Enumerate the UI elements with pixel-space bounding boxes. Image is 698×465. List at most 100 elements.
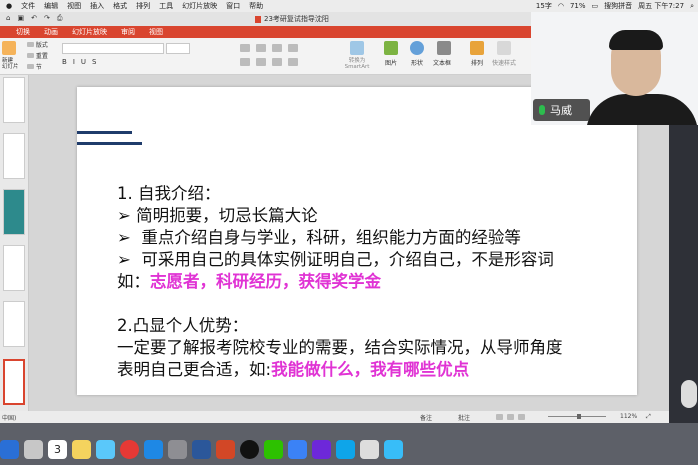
- reading-view-icon[interactable]: [518, 414, 525, 420]
- tab-animations[interactable]: 动画: [44, 27, 58, 37]
- bullets-icon[interactable]: [240, 44, 250, 52]
- fit-slide-icon[interactable]: ⤢: [646, 413, 651, 421]
- view-buttons: [496, 414, 536, 420]
- finder-icon[interactable]: [0, 440, 19, 459]
- numbering-icon[interactable]: [256, 44, 266, 52]
- arrange-icon[interactable]: [470, 41, 484, 55]
- slide-thumbnail[interactable]: [3, 133, 25, 179]
- decor-bar: [77, 131, 132, 134]
- font-name-select[interactable]: [62, 43, 164, 54]
- menu-item[interactable]: 格式: [113, 2, 127, 10]
- redo-icon[interactable]: ↷: [44, 14, 50, 23]
- slide-canvas: 1. 自我介绍： ➢ 简明扼要，切忌长篇大论 ➢ 重点介绍自身与学业，科研，组织…: [29, 75, 669, 411]
- sorter-view-icon[interactable]: [507, 414, 514, 420]
- tab-transitions[interactable]: 切换: [16, 27, 30, 37]
- menu-item[interactable]: 视图: [67, 2, 81, 10]
- bold-icon[interactable]: B: [62, 58, 67, 66]
- search-icon[interactable]: ⌕: [690, 2, 694, 11]
- save-icon[interactable]: ▣: [17, 14, 24, 23]
- battery-icon[interactable]: ▭: [592, 2, 599, 10]
- qq-icon[interactable]: [240, 440, 259, 459]
- picture-icon[interactable]: [384, 41, 398, 55]
- wechat-icon[interactable]: [264, 440, 283, 459]
- slide-thumbnail[interactable]: [3, 189, 25, 235]
- menu-item[interactable]: 编辑: [44, 2, 58, 10]
- reset-button[interactable]: 重置: [27, 51, 48, 62]
- layout-button[interactable]: 版式: [27, 40, 48, 51]
- undo-icon[interactable]: ↶: [31, 14, 37, 23]
- menu-item[interactable]: 排列: [136, 2, 150, 10]
- video-app-icon[interactable]: [384, 440, 403, 459]
- italic-icon[interactable]: I: [73, 58, 75, 66]
- picture-button[interactable]: 图片: [385, 58, 397, 67]
- tab-review[interactable]: 审阅: [121, 27, 135, 37]
- align-right-icon[interactable]: [272, 58, 282, 66]
- clock[interactable]: 周五 下午7:27: [638, 1, 684, 11]
- menu-item[interactable]: 窗口: [226, 2, 240, 10]
- tab-slideshow[interactable]: 幻灯片放映: [72, 27, 107, 37]
- photos-icon[interactable]: [96, 440, 115, 459]
- slide-thumbnail[interactable]: [3, 245, 25, 291]
- outdent-icon[interactable]: [288, 44, 298, 52]
- slide[interactable]: 1. 自我介绍： ➢ 简明扼要，切忌长篇大论 ➢ 重点介绍自身与学业，科研，组织…: [77, 87, 637, 395]
- input-method-indicator[interactable]: 15字: [536, 1, 552, 11]
- convert-smartart-button[interactable]: 转换为 SmartArt: [342, 58, 372, 70]
- bullet-arrow-icon: ➢: [117, 250, 131, 269]
- print-icon[interactable]: ⎙: [57, 14, 63, 23]
- wifi-icon[interactable]: ◠: [558, 2, 564, 10]
- underline-icon[interactable]: U: [81, 58, 86, 66]
- menu-item[interactable]: 帮助: [249, 2, 263, 10]
- chrome-icon[interactable]: [120, 440, 139, 459]
- preview-icon[interactable]: [360, 440, 379, 459]
- menu-item[interactable]: 插入: [90, 2, 104, 10]
- powerpoint-icon[interactable]: [216, 440, 235, 459]
- menu-item[interactable]: 幻灯片放映: [182, 2, 217, 10]
- notes-button[interactable]: 备注: [420, 413, 432, 422]
- textbox-icon[interactable]: [437, 41, 451, 55]
- home-icon[interactable]: ⌂: [6, 14, 10, 23]
- shape-button[interactable]: 形状: [411, 58, 423, 67]
- new-slide-button[interactable]: 新建 幻灯片: [2, 58, 22, 70]
- calendar-icon[interactable]: 3: [48, 440, 67, 459]
- slide-thumbnail[interactable]: [3, 301, 25, 347]
- slide-thumbnail-panel[interactable]: [0, 75, 29, 411]
- slide-text[interactable]: 1. 自我介绍： ➢ 简明扼要，切忌长篇大论 ➢ 重点介绍自身与学业，科研，组织…: [117, 183, 563, 381]
- window-title: 23考研复试指导沈阳: [264, 15, 329, 23]
- tab-view[interactable]: 视图: [149, 27, 163, 37]
- align-left-icon[interactable]: [240, 58, 250, 66]
- app-icon[interactable]: [336, 440, 355, 459]
- ime-name[interactable]: 搜狗拼音: [604, 1, 632, 11]
- justify-icon[interactable]: [288, 58, 298, 66]
- textbox-button[interactable]: 文本框: [433, 58, 451, 67]
- zoom-level[interactable]: 112%: [620, 413, 637, 420]
- quick-style-icon[interactable]: [497, 41, 511, 55]
- smartart-icon[interactable]: [350, 41, 364, 55]
- section-button[interactable]: 节: [27, 62, 48, 73]
- settings-icon[interactable]: [168, 440, 187, 459]
- shape-icon[interactable]: [410, 41, 424, 55]
- indent-icon[interactable]: [272, 44, 282, 52]
- arrange-button[interactable]: 排列: [471, 58, 483, 67]
- align-center-icon[interactable]: [256, 58, 266, 66]
- launchpad-icon[interactable]: [24, 440, 43, 459]
- menu-item[interactable]: 文件: [21, 2, 35, 10]
- slide-thumbnail[interactable]: [3, 77, 25, 123]
- tools-icon[interactable]: [312, 440, 331, 459]
- word-icon[interactable]: [192, 440, 211, 459]
- menu-item[interactable]: 工具: [159, 2, 173, 10]
- microphone-icon[interactable]: [539, 105, 545, 115]
- slide-thumbnail-selected[interactable]: [3, 359, 25, 405]
- font-size-select[interactable]: [166, 43, 190, 54]
- normal-view-icon[interactable]: [496, 414, 503, 420]
- notes-icon[interactable]: [72, 440, 91, 459]
- status-area: 15字 ◠ 71% ▭ 搜狗拼音 周五 下午7:27 ⌕: [536, 0, 694, 12]
- battery-level[interactable]: 71%: [570, 2, 586, 10]
- appstore-icon[interactable]: [144, 440, 163, 459]
- new-slide-icon[interactable]: [2, 41, 16, 55]
- quick-style-button[interactable]: 快速样式: [492, 58, 516, 67]
- zoom-slider-thumb[interactable]: [577, 414, 581, 419]
- strikethrough-icon[interactable]: S: [92, 58, 96, 66]
- scroll-handle[interactable]: [681, 380, 697, 408]
- meeting-icon[interactable]: [288, 440, 307, 459]
- comments-button[interactable]: 批注: [458, 413, 470, 422]
